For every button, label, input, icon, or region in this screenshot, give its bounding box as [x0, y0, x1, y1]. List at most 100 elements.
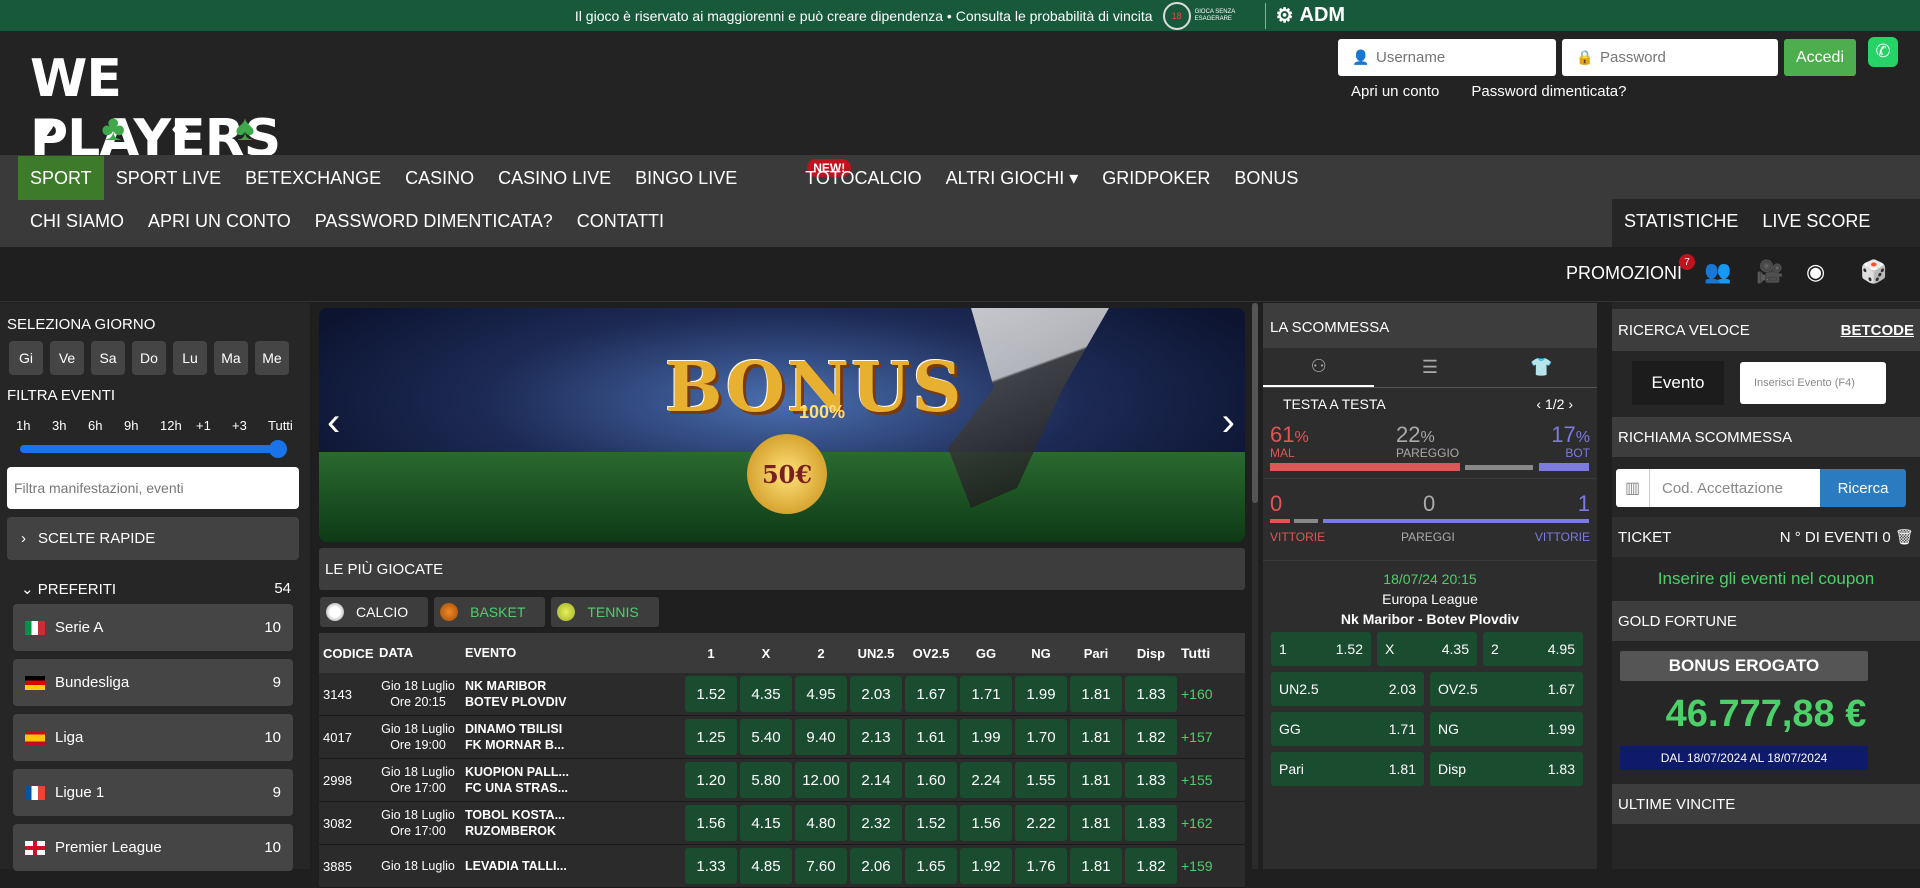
event-teams[interactable]: DINAMO TBILISI FK MORNAR B... — [457, 721, 682, 753]
scrollbar-thumb[interactable] — [1252, 303, 1258, 503]
odd-button[interactable]: 5.80 — [740, 762, 792, 798]
search-button[interactable]: Ricerca — [1820, 469, 1906, 507]
odd-button[interactable]: GG 1.71 — [1271, 712, 1424, 746]
odd-button[interactable]: 1.83 — [1125, 676, 1177, 712]
odd-button[interactable]: 1.25 — [685, 719, 737, 755]
betcode-link[interactable]: BETCODE — [1841, 322, 1914, 339]
more-odds-link[interactable]: +155 — [1181, 772, 1221, 788]
odd-button[interactable]: 7.60 — [795, 848, 847, 884]
odd-button[interactable]: 1.70 — [1015, 719, 1067, 755]
nav-casino[interactable]: CASINO — [393, 156, 486, 200]
odd-button[interactable]: 1.83 — [1125, 805, 1177, 841]
site-logo[interactable]: WE PLAYERS ♥ ♣ ♦ ♠ — [30, 49, 360, 169]
login-button[interactable]: Accedi — [1784, 39, 1856, 76]
odd-button[interactable]: 2.13 — [850, 719, 902, 755]
odd-button[interactable]: 1.52 — [905, 805, 957, 841]
event-teams[interactable]: TOBOL KOSTA... RUZOMBEROK — [457, 807, 682, 839]
more-odds-link[interactable]: +157 — [1181, 729, 1221, 745]
event-button[interactable]: Evento — [1632, 361, 1724, 405]
tab-basket[interactable]: BASKET — [434, 597, 546, 627]
odd-button[interactable]: 1.61 — [905, 719, 957, 755]
hour-option[interactable]: 9h — [124, 418, 160, 433]
odd-button[interactable]: 4.80 — [795, 805, 847, 841]
table-row[interactable]: 3082 Gio 18 Luglio Ore 17:00 TOBOL KOSTA.… — [319, 802, 1245, 845]
odd-button[interactable]: 4.35 — [740, 676, 792, 712]
league-item[interactable]: Ligue 1 9 — [13, 769, 293, 816]
favorites-header[interactable]: ⌄ PREFERITI 54 — [7, 580, 299, 598]
whatsapp-icon[interactable]: ✆ — [1868, 36, 1898, 67]
league-item[interactable]: Bundesliga 9 — [13, 659, 293, 706]
day-button[interactable]: Ma — [214, 341, 248, 375]
odd-button[interactable]: 12.00 — [795, 762, 847, 798]
roulette-icon[interactable]: ◉ — [1806, 259, 1825, 285]
hour-option[interactable]: 3h — [52, 418, 88, 433]
nav-password[interactable]: PASSWORD DIMENTICATA? — [303, 199, 565, 243]
slider-handle[interactable] — [269, 440, 287, 458]
odd-button[interactable]: 1.55 — [1015, 762, 1067, 798]
nav-totocalcio[interactable]: TOTOCALCIO — [793, 156, 933, 200]
day-button[interactable]: Ve — [50, 341, 84, 375]
odd-button[interactable]: 9.40 — [795, 719, 847, 755]
odd-button[interactable]: 1.71 — [960, 676, 1012, 712]
odd-button[interactable]: 1.81 — [1070, 762, 1122, 798]
odd-button[interactable]: 1.65 — [905, 848, 957, 884]
odd-button[interactable]: 1 1.52 — [1271, 632, 1371, 666]
filter-events-input[interactable]: Filtra manifestazioni, eventi — [7, 467, 299, 509]
odd-button[interactable]: 2.32 — [850, 805, 902, 841]
odd-button[interactable]: 1.92 — [960, 848, 1012, 884]
odd-button[interactable]: 1.56 — [685, 805, 737, 841]
table-row[interactable]: 2998 Gio 18 Luglio Ore 17:00 KUOPION PALL… — [319, 759, 1245, 802]
day-button[interactable]: Sa — [91, 341, 125, 375]
hour-option[interactable]: 12h — [160, 418, 196, 433]
nav-bingo-live[interactable]: BINGO LIVE NEW! — [623, 156, 852, 200]
acceptance-code-input[interactable]: Cod. Accettazione — [1650, 469, 1820, 507]
odd-button[interactable]: 2.03 — [850, 676, 902, 712]
odd-button[interactable]: 1.81 — [1070, 719, 1122, 755]
odd-button[interactable]: 4.15 — [740, 805, 792, 841]
nav-sport[interactable]: SPORT — [18, 156, 104, 200]
promotions-link[interactable]: PROMOZIONI — [1566, 263, 1682, 284]
odd-button[interactable]: UN2.5 2.03 — [1271, 672, 1424, 706]
odd-button[interactable]: 1.67 — [905, 676, 957, 712]
nav-live-score[interactable]: LIVE SCORE — [1750, 199, 1882, 243]
more-odds-link[interactable]: +160 — [1181, 686, 1221, 702]
forgot-password-link[interactable]: Password dimenticata? — [1471, 83, 1626, 100]
league-item[interactable]: Premier League 10 — [13, 824, 293, 871]
table-row[interactable]: 3885 Gio 18 Luglio LEVADIA TALLI... 1.33 4… — [319, 845, 1245, 888]
table-row[interactable]: 3143 Gio 18 Luglio Ore 20:15 NK MARIBOR BO… — [319, 673, 1245, 716]
odd-button[interactable]: 2.22 — [1015, 805, 1067, 841]
day-button[interactable]: Me — [255, 341, 289, 375]
more-odds-link[interactable]: +159 — [1181, 858, 1221, 874]
nav-gridpoker[interactable]: GRIDPOKER — [1090, 156, 1222, 200]
odd-button[interactable]: 1.82 — [1125, 848, 1177, 884]
hour-option[interactable]: +1 — [196, 418, 232, 433]
hour-option[interactable]: Tutti — [268, 418, 304, 433]
content-scrollbar[interactable] — [1252, 303, 1258, 869]
odd-button[interactable]: 1.81 — [1070, 848, 1122, 884]
quick-picks-button[interactable]: › SCELTE RAPIDE — [7, 517, 299, 560]
odd-button[interactable]: 2.06 — [850, 848, 902, 884]
event-teams[interactable]: NK MARIBOR BOTEV PLOVDIV — [457, 678, 682, 710]
nav-contatti[interactable]: CONTATTI — [565, 199, 676, 243]
tab-tennis[interactable]: TENNIS — [551, 597, 659, 627]
hour-option[interactable]: +3 — [232, 418, 268, 433]
odd-button[interactable]: 1.81 — [1070, 676, 1122, 712]
odd-button[interactable]: 4.95 — [795, 676, 847, 712]
odd-button[interactable]: 1.81 — [1070, 805, 1122, 841]
shirt-icon[interactable]: 👕 — [1486, 348, 1597, 387]
odd-button[interactable]: 1.56 — [960, 805, 1012, 841]
odd-button[interactable]: X 4.35 — [1377, 632, 1477, 666]
nav-betexchange[interactable]: BETEXCHANGE — [233, 156, 393, 200]
nav-chi-siamo[interactable]: CHI SIAMO — [18, 199, 136, 243]
day-button[interactable]: Gi — [9, 341, 43, 375]
more-odds-link[interactable]: +162 — [1181, 815, 1221, 831]
odd-button[interactable]: Disp 1.83 — [1430, 752, 1583, 786]
nav-casino-live[interactable]: CASINO LIVE — [486, 156, 623, 200]
promo-banner[interactable]: BONUS 100% 50€ ‹ › — [319, 308, 1245, 542]
odd-button[interactable]: OV2.5 1.67 — [1430, 672, 1583, 706]
odd-button[interactable]: 2 4.95 — [1483, 632, 1583, 666]
odd-button[interactable]: 4.85 — [740, 848, 792, 884]
odd-button[interactable]: 5.40 — [740, 719, 792, 755]
user-settings-icon[interactable]: 👥 — [1704, 259, 1731, 285]
event-search-input[interactable]: Inserisci Evento (F4) — [1740, 362, 1886, 404]
